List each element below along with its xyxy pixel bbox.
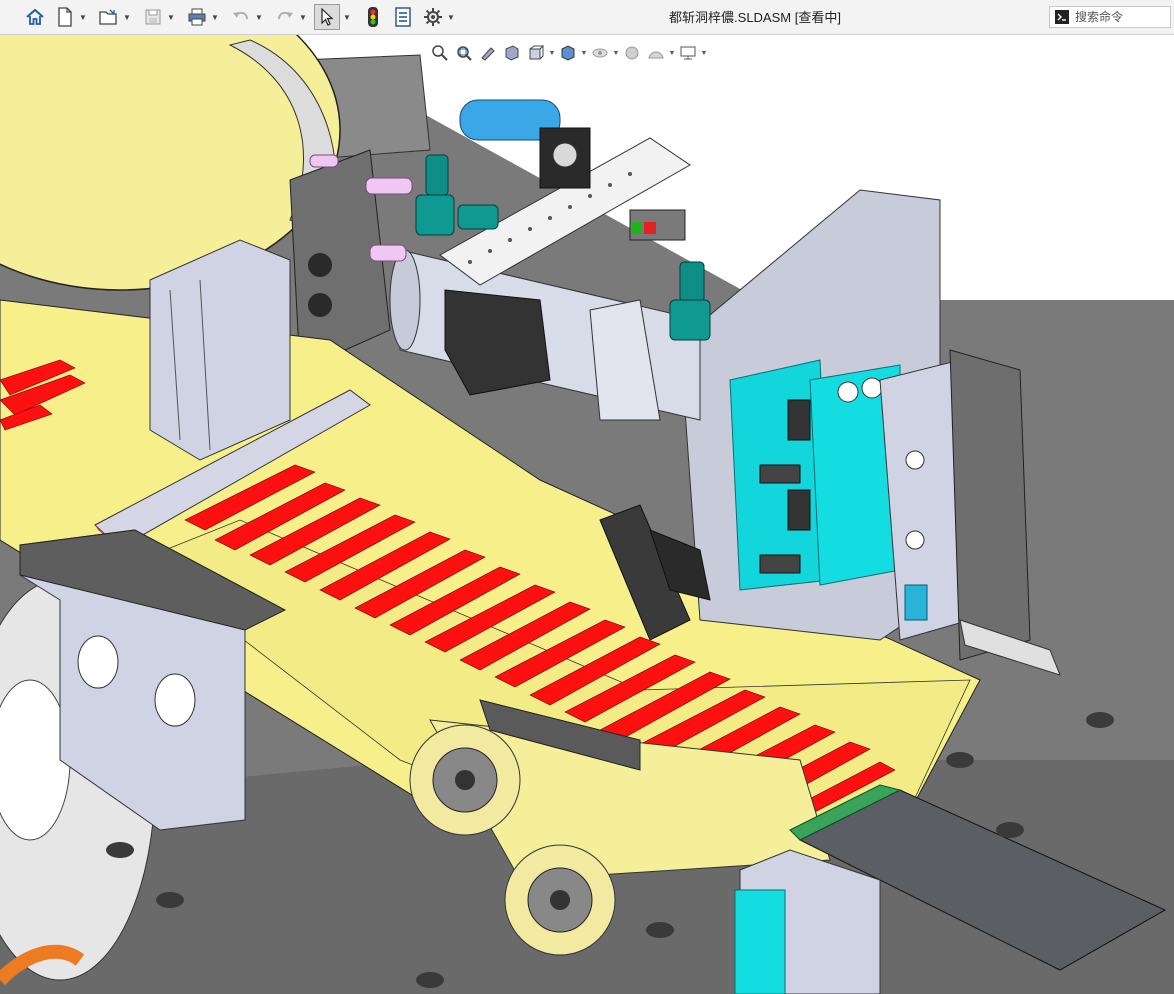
home-icon [22, 4, 48, 30]
zoom-to-fit-icon[interactable] [428, 41, 452, 65]
file-properties-button[interactable] [390, 4, 416, 30]
apply-scene-dropdown-icon[interactable]: ▼ [668, 50, 676, 57]
apply-scene-icon[interactable] [644, 41, 668, 65]
undo-dropdown-icon[interactable]: ▼ [254, 4, 264, 30]
print-dropdown-icon[interactable]: ▼ [210, 4, 220, 30]
command-prompt-icon [1053, 8, 1071, 26]
print-icon [184, 4, 210, 30]
options-button[interactable]: ▼ [420, 4, 456, 30]
redo-dropdown-icon[interactable]: ▼ [298, 4, 308, 30]
graphics-area[interactable]: ▼ ▼ ▼ ▼ ▼ [0, 35, 1174, 994]
undo-button[interactable]: ▼ [228, 4, 264, 30]
new-document-dropdown-icon[interactable]: ▼ [78, 4, 88, 30]
redo-icon [272, 4, 298, 30]
previous-view-icon[interactable] [476, 41, 500, 65]
left-clamp [149, 239, 291, 461]
new-document-icon [52, 4, 78, 30]
select-button[interactable] [314, 4, 340, 30]
select-dropdown[interactable]: ▼ [342, 4, 352, 30]
main-toolbar: ▼ ▼ ▼ ▼ ▼ ▼ ▼ ▼ 都斩洞梓儂.SLDASM [查看中] 搜索命令 [0, 0, 1174, 35]
view-orientation-dropdown-icon[interactable]: ▼ [548, 50, 556, 57]
rebuild-button[interactable] [360, 4, 386, 30]
search-commands-input[interactable] [1071, 9, 1169, 25]
redo-button[interactable]: ▼ [272, 4, 308, 30]
open-button[interactable]: ▼ [96, 4, 132, 30]
print-button[interactable]: ▼ [184, 4, 220, 30]
options-gear-icon [420, 4, 446, 30]
select-arrow-icon [315, 4, 339, 30]
undo-icon [228, 4, 254, 30]
save-button[interactable]: ▼ [140, 4, 176, 30]
view-settings-icon[interactable] [676, 41, 700, 65]
open-dropdown-icon[interactable]: ▼ [122, 4, 132, 30]
section-view-icon[interactable] [500, 41, 524, 65]
open-folder-icon [96, 4, 122, 30]
hide-show-items-icon[interactable] [588, 41, 612, 65]
new-document-button[interactable]: ▼ [52, 4, 88, 30]
save-icon [140, 4, 166, 30]
select-dropdown-icon: ▼ [343, 12, 351, 22]
hide-show-dropdown-icon[interactable]: ▼ [612, 50, 620, 57]
save-dropdown-icon[interactable]: ▼ [166, 4, 176, 30]
window-title: 都斩洞梓儂.SLDASM [查看中] [669, 10, 841, 25]
edit-appearance-icon[interactable] [620, 41, 644, 65]
view-orientation-icon[interactable] [524, 41, 548, 65]
zoom-to-area-icon[interactable] [452, 41, 476, 65]
assembly-model-render [0, 35, 1174, 994]
options-dropdown-icon[interactable]: ▼ [446, 4, 456, 30]
display-style-icon[interactable] [556, 41, 580, 65]
rebuild-traffic-light-icon [360, 4, 386, 30]
file-properties-icon [390, 4, 416, 30]
home-button[interactable] [22, 4, 48, 30]
view-settings-dropdown-icon[interactable]: ▼ [700, 50, 708, 57]
display-style-dropdown-icon[interactable]: ▼ [580, 50, 588, 57]
search-commands-box[interactable] [1049, 6, 1171, 28]
heads-up-view-toolbar: ▼ ▼ ▼ ▼ ▼ [428, 40, 708, 66]
